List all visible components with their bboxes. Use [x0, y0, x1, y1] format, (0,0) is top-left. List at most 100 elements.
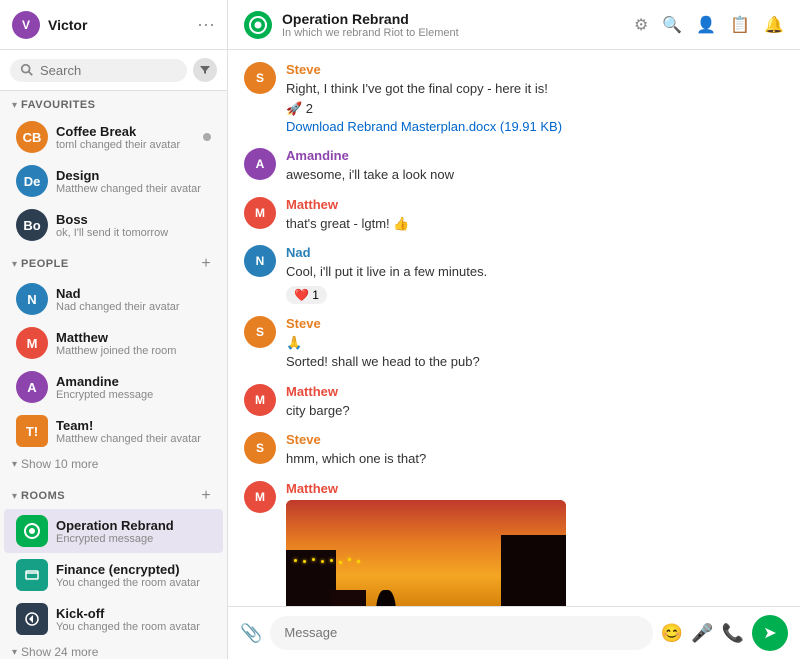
room-info: Design Matthew changed their avatar — [56, 168, 211, 195]
msg-body: Steve Right, I think I've got the final … — [286, 62, 784, 136]
message-image[interactable] — [286, 500, 566, 607]
msg-sender: Amandine — [286, 148, 784, 163]
msg-sender: Steve — [286, 432, 784, 447]
emoji-icon[interactable]: 😊 — [661, 623, 683, 644]
add-room-button[interactable]: + — [197, 487, 215, 505]
msg-body: Steve hmm, which one is that? — [286, 432, 784, 469]
room-preview: Matthew changed their avatar — [56, 183, 211, 195]
room-name: Design — [56, 168, 211, 183]
list-item[interactable]: CB Coffee Break toml changed their avata… — [4, 115, 223, 159]
room-name: Amandine — [56, 374, 211, 389]
msg-body: Nad Cool, i'll put it live in a few minu… — [286, 245, 784, 304]
rooms-list: Operation Rebrand Encrypted message Fina… — [0, 509, 227, 641]
avatar — [16, 515, 48, 547]
list-item[interactable]: De Design Matthew changed their avatar — [4, 159, 223, 203]
files-icon[interactable]: 📋 — [730, 15, 750, 35]
right-panel: Operation Rebrand In which we rebrand Ri… — [228, 0, 800, 659]
notifications-icon[interactable]: 🔔 — [764, 15, 784, 35]
avatar: De — [16, 165, 48, 197]
avatar: T! — [16, 415, 48, 447]
list-item[interactable]: A Amandine Encrypted message — [4, 365, 223, 409]
room-info: Coffee Break toml changed their avatar — [56, 124, 203, 151]
room-name: Boss — [56, 212, 211, 227]
list-item[interactable]: Operation Rebrand Encrypted message — [4, 509, 223, 553]
room-preview: You changed the room avatar — [56, 577, 211, 589]
room-preview: toml changed their avatar — [56, 139, 203, 151]
left-panel: V Victor ··· ▾ FAVOURITES CB Cof — [0, 0, 228, 659]
room-info: Finance (encrypted) You changed the room… — [56, 562, 211, 589]
room-name: Operation Rebrand — [56, 518, 211, 533]
user-menu-button[interactable]: ··· — [197, 14, 215, 35]
people-section-header[interactable]: ▾ PEOPLE + — [0, 247, 227, 277]
members-icon[interactable]: 👤 — [696, 15, 716, 35]
avatar: N — [16, 283, 48, 315]
send-button[interactable]: ➤ — [752, 615, 788, 651]
favourites-label: FAVOURITES — [21, 99, 215, 111]
search-chat-icon[interactable]: 🔍 — [662, 15, 682, 35]
show-more-rooms[interactable]: ▾ Show 24 more — [0, 641, 227, 659]
message-input[interactable] — [284, 625, 638, 640]
user-header: V Victor ··· — [0, 0, 227, 50]
list-item[interactable]: N Nad Nad changed their avatar — [4, 277, 223, 321]
list-item[interactable]: T! Team! Matthew changed their avatar — [4, 409, 223, 453]
room-preview: Encrypted message — [56, 389, 211, 401]
chevron-down-icon: ▾ — [12, 459, 17, 470]
room-name: Nad — [56, 286, 211, 301]
list-item[interactable]: Finance (encrypted) You changed the room… — [4, 553, 223, 597]
search-bar — [0, 50, 227, 91]
avatar: S — [244, 62, 276, 94]
avatar: Bo — [16, 209, 48, 241]
room-name: Coffee Break — [56, 124, 203, 139]
search-input[interactable] — [40, 63, 177, 78]
list-item[interactable]: Kick-off You changed the room avatar — [4, 597, 223, 641]
search-filter-button[interactable] — [193, 58, 217, 82]
msg-text: city barge? — [286, 401, 784, 421]
msg-sender: Steve — [286, 62, 784, 77]
reaction-badge[interactable]: ❤️ 1 — [286, 286, 327, 304]
chevron-down-icon: ▾ — [12, 647, 17, 658]
avatar: A — [16, 371, 48, 403]
voice-message-icon[interactable]: 🎤 — [691, 623, 713, 644]
room-preview: Nad changed their avatar — [56, 301, 211, 313]
room-preview: Matthew joined the room — [56, 345, 211, 357]
room-info: Kick-off You changed the room avatar — [56, 606, 211, 633]
msg-text: hmm, which one is that? — [286, 449, 784, 469]
filter-icon — [199, 64, 211, 76]
file-link[interactable]: Download Rebrand Masterplan.docx (19.91 … — [286, 119, 562, 134]
chat-input-bar: 📎 😊 🎤 📞 ➤ — [228, 606, 800, 659]
avatar: M — [16, 327, 48, 359]
msg-body: Steve 🙏 Sorted! shall we head to the pub… — [286, 316, 784, 372]
show-more-people-label: Show 10 more — [21, 457, 98, 471]
room-name: Finance (encrypted) — [56, 562, 211, 577]
add-person-button[interactable]: + — [197, 255, 215, 273]
chat-room-info: Operation Rebrand In which we rebrand Ri… — [282, 11, 634, 39]
search-icon — [20, 63, 34, 77]
list-item[interactable]: M Matthew Matthew joined the room — [4, 321, 223, 365]
favourites-section-header[interactable]: ▾ FAVOURITES — [0, 91, 227, 115]
table-row: M Matthew — [244, 481, 784, 607]
table-row: N Nad Cool, i'll put it live in a few mi… — [244, 245, 784, 304]
settings-icon[interactable]: ⚙ — [634, 15, 648, 35]
rooms-section-header[interactable]: ▾ ROOMS + — [0, 479, 227, 509]
table-row: S Steve 🙏 Sorted! shall we head to the p… — [244, 316, 784, 372]
show-more-people[interactable]: ▾ Show 10 more — [0, 453, 227, 479]
favourites-list: CB Coffee Break toml changed their avata… — [0, 115, 227, 247]
chat-header-icons: ⚙ 🔍 👤 📋 🔔 — [634, 15, 784, 35]
kickoff-icon — [24, 611, 40, 627]
table-row: M Matthew that's great - lgtm! 👍 — [244, 197, 784, 234]
avatar: N — [244, 245, 276, 277]
avatar: CB — [16, 121, 48, 153]
room-info: Nad Nad changed their avatar — [56, 286, 211, 313]
table-row: S Steve hmm, which one is that? — [244, 432, 784, 469]
attach-icon[interactable]: 📎 — [240, 623, 262, 644]
list-item[interactable]: Bo Boss ok, I'll send it tomorrow — [4, 203, 223, 247]
phone-icon[interactable]: 📞 — [722, 623, 744, 644]
room-avatar — [244, 11, 272, 39]
chat-room-subtitle: In which we rebrand Riot to Element — [282, 27, 634, 39]
avatar: M — [244, 481, 276, 513]
people-chevron-icon: ▾ — [12, 259, 17, 270]
avatar: V — [12, 11, 40, 39]
chat-room-name: Operation Rebrand — [282, 11, 634, 27]
sidebar-scroll: ▾ FAVOURITES CB Coffee Break toml change… — [0, 91, 227, 659]
send-icon: ➤ — [763, 623, 776, 643]
